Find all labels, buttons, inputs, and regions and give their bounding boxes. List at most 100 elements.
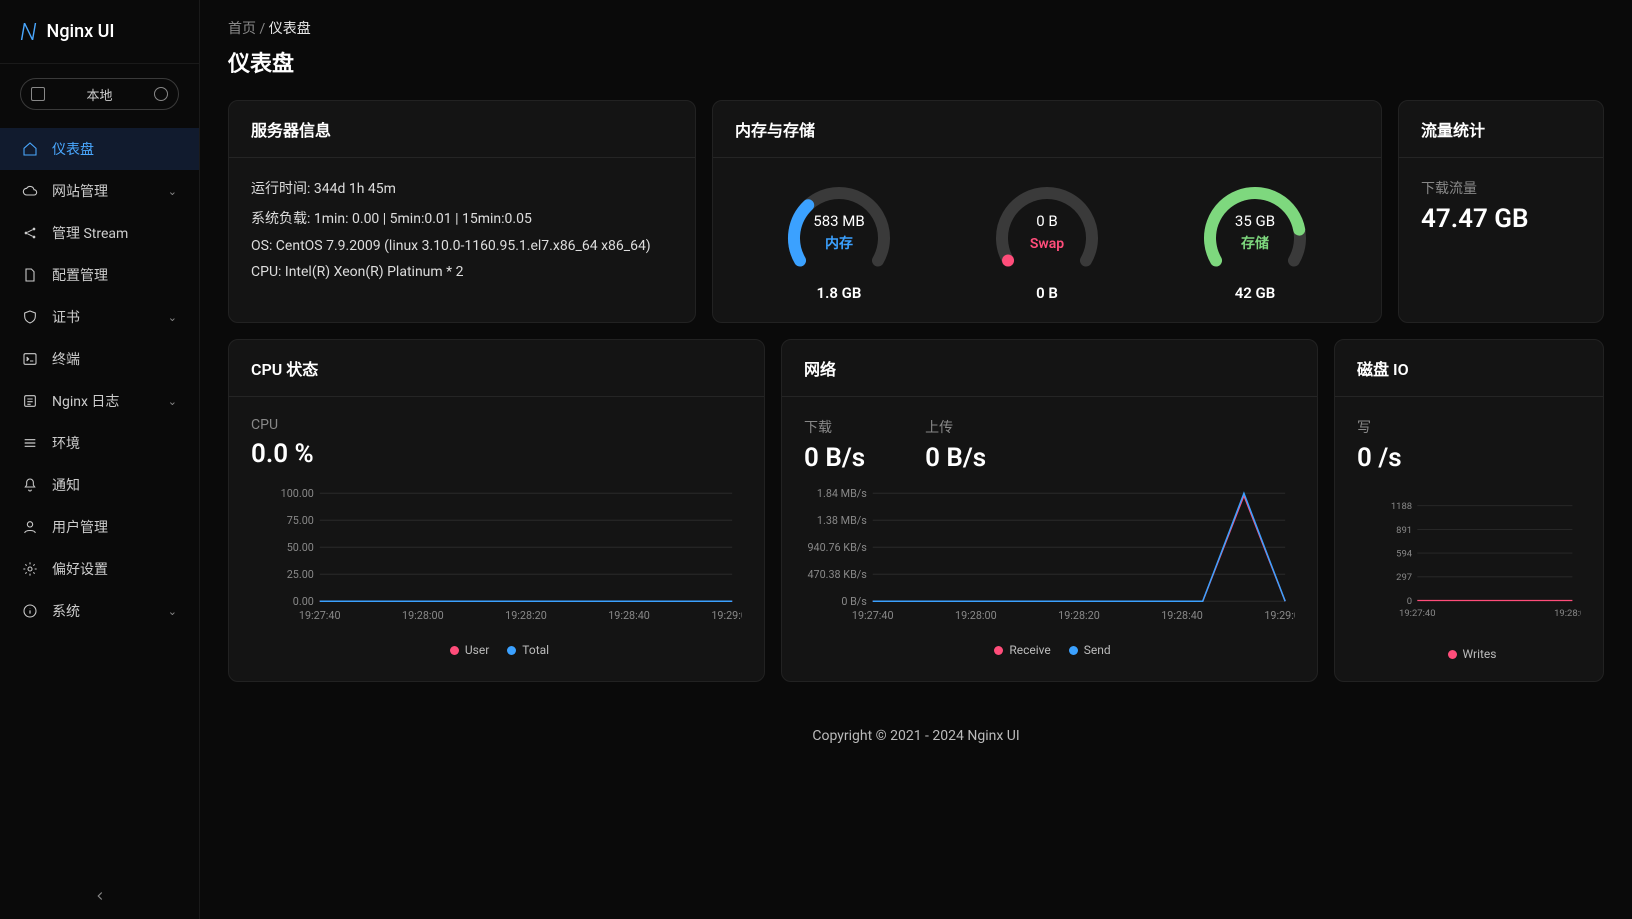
svg-text:50.00: 50.00	[287, 541, 314, 554]
sidebar-item-info[interactable]: 系统 ⌄	[0, 590, 199, 632]
upload-value: 0 B/s	[925, 443, 986, 473]
page-title: 仪表盘	[228, 46, 1604, 78]
svg-text:19:27:40: 19:27:40	[1399, 608, 1436, 619]
main-content: 首页 / 仪表盘 仪表盘 服务器信息 运行时间: 344d 1h 45m 系统负…	[200, 0, 1632, 919]
svg-text:297: 297	[1396, 572, 1412, 583]
home-icon	[22, 141, 38, 157]
env-label: 本地	[53, 85, 146, 104]
cpu-label: CPU	[251, 417, 742, 433]
sidebar-item-label: 管理 Stream	[52, 223, 128, 243]
disk-chart: 1188891594297019:27:4019:28:00	[1357, 491, 1581, 641]
svg-text:1.38 MB/s: 1.38 MB/s	[817, 514, 867, 527]
list-icon	[31, 87, 45, 101]
gauge-total: 0 B	[987, 284, 1107, 302]
network-title: 网络	[782, 340, 1317, 397]
disk-io-title: 磁盘 IO	[1335, 340, 1603, 397]
gauge-存储: 35 GB 存储 42 GB	[1195, 178, 1315, 302]
sidebar-item-user[interactable]: 用户管理	[0, 506, 199, 548]
disk-legend: Writes	[1357, 647, 1581, 661]
chevron-down-icon: ⌄	[168, 395, 177, 408]
breadcrumb-home[interactable]: 首页	[228, 21, 256, 37]
svg-text:75.00: 75.00	[287, 514, 314, 527]
download-value: 0 B/s	[804, 443, 865, 473]
sidebar-item-label: 系统	[52, 601, 80, 621]
svg-text:0 B/s: 0 B/s	[841, 595, 867, 608]
load-text: 系统负载: 1min: 0.00 | 5min:0.01 | 15min:0.0…	[251, 208, 673, 228]
chevron-down-icon: ⌄	[168, 605, 177, 618]
sidebar: N Nginx UI 本地 仪表盘网站管理⌄管理 Stream配置管理证书⌄终端…	[0, 0, 200, 919]
log-icon	[22, 393, 38, 409]
bell-icon	[22, 477, 38, 493]
svg-text:470.38 KB/s: 470.38 KB/s	[807, 568, 867, 581]
terminal-icon	[22, 351, 38, 367]
link-icon	[154, 87, 168, 101]
env-selector[interactable]: 本地	[20, 78, 179, 110]
footer-text: Copyright © 2021 - 2024 Nginx UI	[228, 698, 1604, 764]
gauge-value: 0 B	[1036, 212, 1058, 230]
server-info-card: 服务器信息 运行时间: 344d 1h 45m 系统负载: 1min: 0.00…	[228, 100, 696, 323]
sidebar-item-label: 配置管理	[52, 265, 108, 285]
network-chart: 1.84 MB/s1.38 MB/s940.76 KB/s470.38 KB/s…	[804, 487, 1295, 637]
shield-icon	[22, 309, 38, 325]
os-text: OS: CentOS 7.9.2009 (linux 3.10.0-1160.9…	[251, 238, 673, 254]
svg-text:19:28:20: 19:28:20	[505, 609, 547, 622]
gauge-label: Swap	[1030, 236, 1064, 252]
download-label: 下载	[804, 417, 865, 437]
sidebar-item-label: 仪表盘	[52, 139, 94, 159]
network-legend: ReceiveSend	[804, 643, 1295, 657]
cpu-status-card: CPU 状态 CPU 0.0 % 100.0075.0050.0025.000.…	[228, 339, 765, 682]
logo[interactable]: N Nginx UI	[0, 0, 199, 64]
gear-icon	[22, 561, 38, 577]
sidebar-item-file[interactable]: 配置管理	[0, 254, 199, 296]
sidebar-item-terminal[interactable]: 终端	[0, 338, 199, 380]
cpu-status-title: CPU 状态	[229, 340, 764, 397]
write-label: 写	[1357, 417, 1581, 437]
info-icon	[22, 603, 38, 619]
gauge-total: 42 GB	[1195, 284, 1315, 302]
write-value: 0 /s	[1357, 443, 1581, 473]
main-menu: 仪表盘网站管理⌄管理 Stream配置管理证书⌄终端Nginx 日志⌄环境通知用…	[0, 124, 199, 877]
svg-text:19:28:20: 19:28:20	[1058, 609, 1100, 622]
collapse-sidebar-button[interactable]	[0, 877, 199, 919]
sidebar-item-bell[interactable]: 通知	[0, 464, 199, 506]
cpu-value: 0.0 %	[251, 439, 742, 469]
disk-io-card: 磁盘 IO 写 0 /s 1188891594297019:27:4019:28…	[1334, 339, 1604, 682]
sidebar-item-shield[interactable]: 证书⌄	[0, 296, 199, 338]
list-icon	[22, 435, 38, 451]
sidebar-item-home[interactable]: 仪表盘	[0, 128, 199, 170]
gauge-value: 35 GB	[1235, 212, 1275, 230]
sidebar-item-label: 网站管理	[52, 181, 108, 201]
gauge-内存: 583 MB 内存 1.8 GB	[779, 178, 899, 302]
sidebar-item-cloud[interactable]: 网站管理⌄	[0, 170, 199, 212]
sidebar-item-log[interactable]: Nginx 日志 ⌄	[0, 380, 199, 422]
svg-text:19:29:00: 19:29:00	[711, 609, 742, 622]
svg-text:19:28:40: 19:28:40	[1161, 609, 1203, 622]
svg-text:594: 594	[1396, 549, 1413, 560]
svg-text:25.00: 25.00	[287, 568, 314, 581]
file-icon	[22, 267, 38, 283]
gauge-value: 583 MB	[813, 212, 864, 230]
share-icon	[22, 225, 38, 241]
svg-text:891: 891	[1396, 525, 1412, 536]
svg-text:19:27:40: 19:27:40	[852, 609, 894, 622]
traffic-title: 流量统计	[1399, 101, 1603, 158]
sidebar-item-list[interactable]: 环境	[0, 422, 199, 464]
svg-text:19:28:00: 19:28:00	[1554, 608, 1581, 619]
svg-text:19:27:40: 19:27:40	[299, 609, 341, 622]
sidebar-item-label: 终端	[52, 349, 80, 369]
download-traffic-value: 47.47 GB	[1421, 204, 1581, 234]
sidebar-item-label: 通知	[52, 475, 80, 495]
svg-text:940.76 KB/s: 940.76 KB/s	[807, 541, 867, 554]
sidebar-item-gear[interactable]: 偏好设置	[0, 548, 199, 590]
sidebar-item-share[interactable]: 管理 Stream	[0, 212, 199, 254]
sidebar-item-label: Nginx 日志	[52, 391, 119, 411]
user-icon	[22, 519, 38, 535]
gauge-label: 存储	[1241, 235, 1269, 252]
gauge-label: 内存	[825, 235, 853, 252]
breadcrumb-current: 仪表盘	[269, 21, 311, 37]
memory-title: 内存与存储	[713, 101, 1381, 158]
traffic-card: 流量统计 下载流量 47.47 GB	[1398, 100, 1604, 323]
svg-text:19:29:00: 19:29:00	[1264, 609, 1295, 622]
gauge-Swap: 0 B Swap 0 B	[987, 178, 1107, 302]
memory-card: 内存与存储 583 MB 内存 1.8 GB 0 B Swap 0 B 35 G…	[712, 100, 1382, 323]
